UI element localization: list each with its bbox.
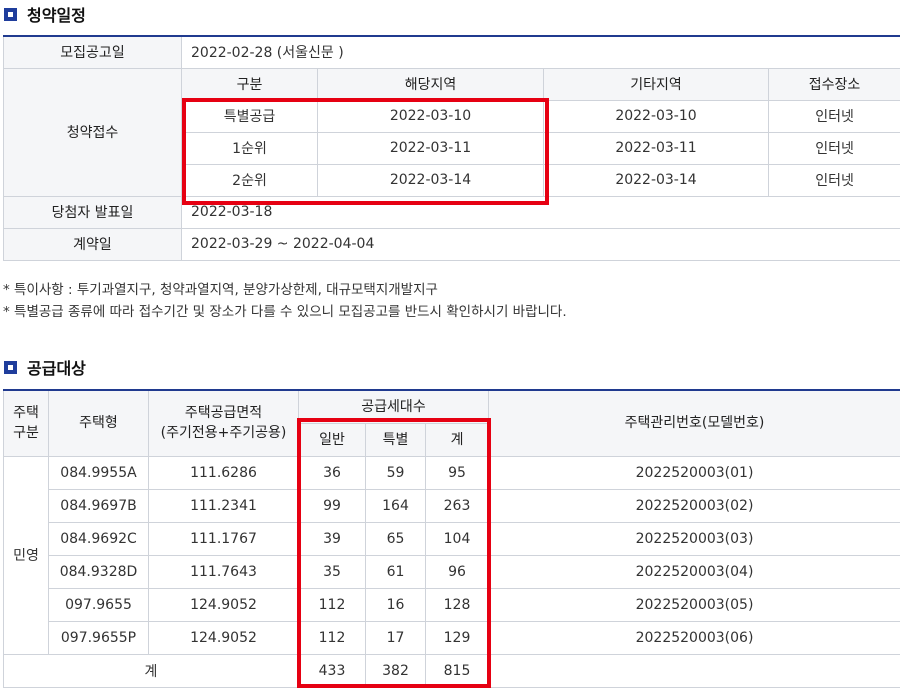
reception-label: 청약접수 <box>3 67 182 197</box>
cell-area: 111.1767 <box>148 521 299 556</box>
cell-housing-type: 097.9655 <box>48 587 149 622</box>
table-header-row: 주택 구분 주택형 주택공급면적 (주기전용+주기공용) 공급세대수 주택관리번… <box>3 389 900 457</box>
note-special-supply: * 특별공급 종류에 따라 접수기간 및 장소가 다를 수 있으니 모집공고를 … <box>3 304 567 320</box>
header-local-area: 해당지역 <box>317 67 544 101</box>
table-row: 계약일 2022-03-29 ~ 2022-04-04 <box>3 227 900 261</box>
cell-general: 99 <box>298 488 366 523</box>
cell-special: 164 <box>365 488 426 523</box>
sum-total: 815 <box>424 653 490 688</box>
cell-management-no: 2022520003(05) <box>488 587 900 622</box>
header-total: 계 <box>424 422 490 457</box>
winner-value: 2022-03-18 <box>180 195 900 229</box>
table-row: 084.9697B 111.2341 99 164 263 2022520003… <box>4 488 900 523</box>
row-other-date: 2022-03-14 <box>543 163 769 197</box>
row-other-date: 2022-03-10 <box>543 99 769 133</box>
sum-special: 382 <box>365 653 426 688</box>
cell-total: 104 <box>424 521 490 556</box>
sum-empty <box>488 653 900 688</box>
cell-area: 111.2341 <box>148 488 299 523</box>
cell-general: 35 <box>298 554 366 589</box>
square-bullet-icon <box>4 360 17 374</box>
table-row: 민영 084.9955A 111.6286 36 59 95 202252000… <box>3 455 900 655</box>
cell-housing-type: 084.9328D <box>48 554 149 589</box>
cell-management-no: 2022520003(01) <box>488 455 900 490</box>
row-place: 인터넷 <box>767 99 900 133</box>
cell-total: 263 <box>424 488 490 523</box>
cell-total: 129 <box>424 620 490 655</box>
header-general: 일반 <box>298 422 366 457</box>
cell-special: 59 <box>365 455 426 490</box>
winner-label: 당첨자 발표일 <box>3 195 182 229</box>
row-local-date: 2022-03-10 <box>317 99 544 133</box>
contract-label: 계약일 <box>3 227 182 261</box>
cell-special: 65 <box>365 521 426 556</box>
cell-total: 128 <box>424 587 490 622</box>
cell-area: 124.9052 <box>148 620 299 655</box>
row-place: 인터넷 <box>767 163 900 197</box>
schedule-table: 모집공고일 2022-02-28 (서울신문 ) 청약접수 구분 해당지역 기타… <box>3 35 900 261</box>
schedule-section-title: 청약일정 <box>4 2 86 26</box>
header-area-line2: (주기전용+주기공용) <box>160 425 287 442</box>
header-housing-category-line2: 구분 <box>13 425 39 442</box>
row-local-date: 2022-03-14 <box>317 163 544 197</box>
cell-area: 111.6286 <box>148 455 299 490</box>
cell-management-no: 2022520003(03) <box>488 521 900 556</box>
row-other-date: 2022-03-11 <box>543 131 769 165</box>
table-row: 097.9655P 124.9052 112 17 129 2022520003… <box>4 620 900 655</box>
cell-special: 17 <box>365 620 426 655</box>
header-supply-units: 공급세대수 <box>297 389 490 424</box>
supply-table: 주택 구분 주택형 주택공급면적 (주기전용+주기공용) 공급세대수 주택관리번… <box>3 389 900 688</box>
table-row: 청약접수 구분 해당지역 기타지역 접수장소 <box>3 67 900 197</box>
cell-management-no: 2022520003(04) <box>488 554 900 589</box>
cell-total: 96 <box>424 554 490 589</box>
cell-housing-type: 084.9697B <box>48 488 149 523</box>
table-row: 084.9692C 111.1767 39 65 104 2022520003(… <box>4 521 900 556</box>
cell-general: 112 <box>298 587 366 622</box>
sum-general: 433 <box>298 653 366 688</box>
square-bullet-icon <box>4 7 17 21</box>
table-row: 당첨자 발표일 2022-03-18 <box>3 195 900 229</box>
cell-management-no: 2022520003(06) <box>488 620 900 655</box>
header-housing-category-line1: 주택 <box>13 405 39 422</box>
table-sum-row: 계 433 382 815 <box>3 653 900 688</box>
cell-general: 39 <box>298 521 366 556</box>
cell-housing-type: 097.9655P <box>48 620 149 655</box>
header-category: 구분 <box>181 67 318 101</box>
row-place: 인터넷 <box>767 131 900 165</box>
row-category: 1순위 <box>181 131 318 165</box>
cell-management-no: 2022520003(02) <box>488 488 900 523</box>
cell-housing-type: 084.9692C <box>48 521 149 556</box>
supply-section-title: 공급대상 <box>4 355 86 379</box>
row-local-date: 2022-03-11 <box>317 131 544 165</box>
cell-housing-type: 084.9955A <box>48 455 149 490</box>
row-category: 2순위 <box>181 163 318 197</box>
header-other-area: 기타지역 <box>543 67 769 101</box>
table-row: 모집공고일 2022-02-28 (서울신문 ) <box>3 35 900 69</box>
cell-special: 16 <box>365 587 426 622</box>
header-housing-type: 주택형 <box>48 389 149 457</box>
cell-general: 36 <box>298 455 366 490</box>
announcement-value: 2022-02-28 (서울신문 ) <box>180 35 900 69</box>
header-reception-place: 접수장소 <box>767 67 900 101</box>
cell-area: 111.7643 <box>148 554 299 589</box>
cell-area: 124.9052 <box>148 587 299 622</box>
contract-value: 2022-03-29 ~ 2022-04-04 <box>180 227 900 261</box>
header-supply-area: 주택공급면적 (주기전용+주기공용) <box>148 389 299 457</box>
header-area-line1: 주택공급면적 <box>184 405 263 422</box>
supply-title-text: 공급대상 <box>27 359 86 378</box>
header-management-number: 주택관리번호(모델번호) <box>488 389 900 457</box>
header-special: 특별 <box>365 422 426 457</box>
category-value: 민영 <box>3 455 49 655</box>
cell-total: 95 <box>424 455 490 490</box>
table-row: 097.9655 124.9052 112 16 128 2022520003(… <box>4 587 900 622</box>
row-category: 특별공급 <box>181 99 318 133</box>
sum-label: 계 <box>3 653 299 688</box>
table-row: 084.9328D 111.7643 35 61 96 2022520003(0… <box>4 554 900 589</box>
cell-special: 61 <box>365 554 426 589</box>
note-special-remarks: * 특이사항 : 투기과열지구, 청약과열지역, 분양가상한제, 대규모택지개발… <box>3 282 438 298</box>
announcement-label: 모집공고일 <box>3 35 182 69</box>
schedule-title-text: 청약일정 <box>27 6 86 25</box>
cell-general: 112 <box>298 620 366 655</box>
header-housing-category: 주택 구분 <box>3 389 49 457</box>
